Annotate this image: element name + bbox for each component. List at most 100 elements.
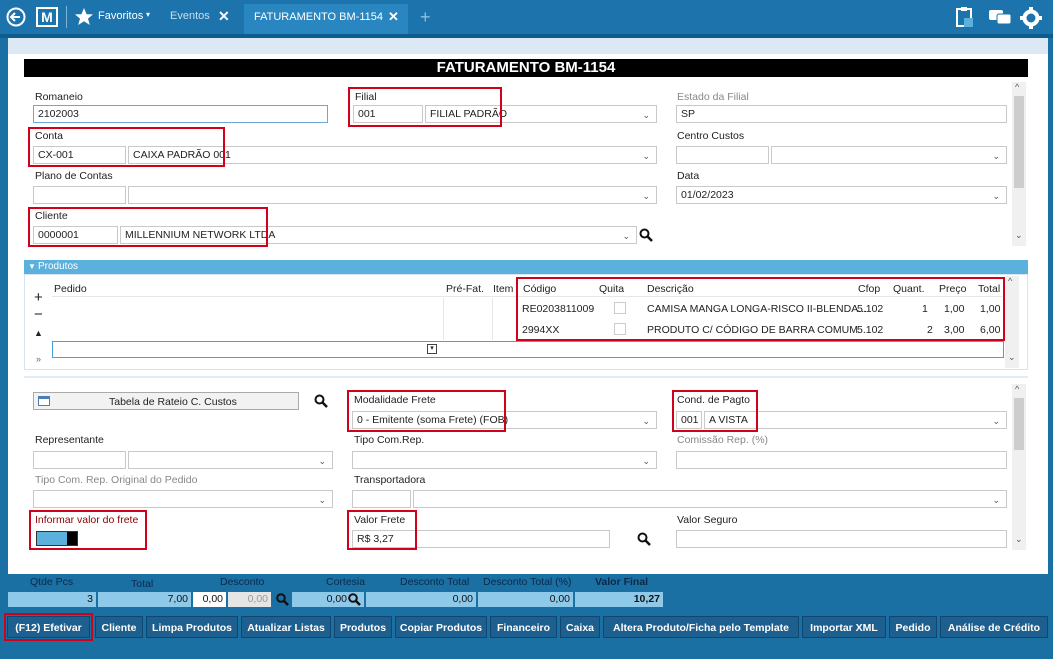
form2-scrollbar[interactable]: ^ ⌄: [1012, 384, 1026, 550]
table-row[interactable]: RE0203811009 CAMISA MANGA LONGA-RISCO II…: [517, 299, 1005, 319]
cond-pagto-label: Cond. de Pagto: [677, 394, 750, 406]
qtde-value: 3: [8, 592, 96, 607]
search-icon[interactable]: [637, 532, 651, 546]
final-value: 10,27: [575, 592, 663, 607]
tipo-com-orig-label: Tipo Com. Rep. Original do Pedido: [35, 474, 198, 486]
close-icon[interactable]: ✕: [388, 9, 399, 25]
centro-code-input[interactable]: [676, 146, 769, 164]
chat-icon[interactable]: [988, 9, 1012, 26]
estado-input[interactable]: SP: [676, 105, 1007, 123]
quita-checkbox[interactable]: [614, 323, 626, 335]
desc-pct-value: 0,00: [478, 592, 573, 607]
table-row[interactable]: 2994XX PRODUTO C/ CÓDIGO DE BARRA COMUM …: [517, 320, 1005, 340]
col-item[interactable]: Item: [493, 283, 513, 295]
back-icon[interactable]: [6, 7, 26, 27]
analise-credito-button[interactable]: Análise de Crédito: [940, 616, 1048, 638]
conta-select[interactable]: CAIXA PADRÃO 001 ⌄: [128, 146, 657, 164]
transportadora-select[interactable]: ⌄: [413, 490, 1007, 508]
cond-code-input[interactable]: 001: [676, 411, 702, 429]
data-select[interactable]: 01/02/2023 ⌄: [676, 186, 1007, 204]
tipo-com-orig-select[interactable]: ⌄: [33, 490, 333, 508]
comissao-label: Comissão Rep. (%): [677, 434, 769, 446]
table-icon: [38, 396, 50, 406]
col-quant[interactable]: Quant.: [893, 283, 925, 295]
desconto-pct-input[interactable]: 0,00: [228, 592, 271, 607]
romaneio-input[interactable]: 2102003: [33, 105, 328, 123]
efetivar-button[interactable]: (F12) Efetivar: [7, 616, 90, 638]
plano-select[interactable]: ⌄: [128, 186, 657, 204]
altera-produto-button[interactable]: Altera Produto/Ficha pelo Template: [603, 616, 799, 638]
produtos-button[interactable]: Produtos: [334, 616, 392, 638]
tab-faturamento[interactable]: FATURAMENTO BM-1154 ✕: [244, 4, 408, 34]
transportadora-label: Transportadora: [354, 474, 426, 486]
close-icon[interactable]: ✕: [218, 8, 230, 25]
col-total[interactable]: Total: [978, 283, 1000, 295]
centro-select[interactable]: ⌄: [771, 146, 1007, 164]
rateio-button[interactable]: Tabela de Rateio C. Custos: [33, 392, 299, 410]
action-bar: (F12) Efetivar Cliente Limpa Produtos At…: [0, 611, 1053, 659]
top-bar: M Favoritos ▾ Eventos ✕ FATURAMENTO BM-1…: [0, 0, 1053, 34]
filial-label: Filial: [355, 91, 377, 103]
expand-icon[interactable]: »: [36, 354, 41, 364]
col-codigo[interactable]: Código: [523, 283, 556, 295]
importar-xml-button[interactable]: Importar XML: [802, 616, 886, 638]
new-row-input[interactable]: ▾: [52, 341, 1004, 358]
representante-code-input[interactable]: [33, 451, 126, 469]
gear-icon[interactable]: [1020, 7, 1042, 29]
col-cfop[interactable]: Cfop: [858, 283, 880, 295]
conta-code-input[interactable]: CX-001: [33, 146, 126, 164]
col-prefat[interactable]: Pré-Fat.: [446, 283, 484, 295]
tipo-com-select[interactable]: ⌄: [352, 451, 657, 469]
pedido-button[interactable]: Pedido: [889, 616, 937, 638]
col-preco[interactable]: Preço: [939, 283, 966, 295]
romaneio-label: Romaneio: [35, 91, 83, 103]
remove-row-icon[interactable]: −: [34, 306, 43, 323]
representante-select[interactable]: ⌄: [128, 451, 333, 469]
valor-frete-label: Valor Frete: [354, 514, 406, 526]
cliente-code-input[interactable]: 0000001: [33, 226, 118, 244]
search-icon[interactable]: [276, 593, 289, 606]
filial-code-input[interactable]: 001: [353, 105, 423, 123]
desconto-input[interactable]: 0,00: [193, 592, 226, 607]
comissao-input[interactable]: [676, 451, 1007, 469]
modalidade-label: Modalidade Frete: [354, 394, 436, 406]
move-up-icon[interactable]: ▲: [34, 328, 43, 338]
copiar-produtos-button[interactable]: Copiar Produtos: [395, 616, 487, 638]
informar-frete-toggle[interactable]: [36, 531, 78, 546]
col-quita[interactable]: Quita: [599, 283, 624, 295]
cliente-button[interactable]: Cliente: [95, 616, 143, 638]
desconto-label: Desconto: [220, 576, 265, 588]
transportadora-code-input[interactable]: [352, 490, 411, 508]
search-icon[interactable]: [639, 228, 653, 242]
valor-frete-input[interactable]: R$ 3,27: [352, 530, 610, 548]
caixa-button[interactable]: Caixa: [560, 616, 600, 638]
cortesia-label: Cortesia: [326, 576, 366, 588]
total-label: Total: [131, 578, 154, 590]
favoritos-menu[interactable]: Favoritos: [98, 10, 143, 22]
quita-checkbox[interactable]: [614, 302, 626, 314]
produtos-header[interactable]: ▼ Produtos: [24, 260, 1028, 274]
cliente-select[interactable]: MILLENNIUM NETWORK LTDA ⌄: [120, 226, 637, 244]
produtos-scrollbar[interactable]: ^ ⌄: [1005, 276, 1019, 368]
form-scrollbar[interactable]: ^ ⌄: [1012, 82, 1026, 246]
tab-eventos[interactable]: Eventos: [170, 10, 210, 22]
search-icon[interactable]: [314, 394, 328, 408]
atualizar-listas-button[interactable]: Atualizar Listas: [241, 616, 331, 638]
col-pedido[interactable]: Pedido: [54, 283, 87, 295]
desc-total-value: 0,00: [366, 592, 476, 607]
desc-pct-label: Desconto Total (%): [483, 576, 572, 588]
clipboard-icon[interactable]: [955, 6, 973, 28]
representante-label: Representante: [35, 434, 104, 446]
cond-select[interactable]: A VISTA ⌄: [704, 411, 1007, 429]
plano-code-input[interactable]: [33, 186, 126, 204]
search-icon[interactable]: [348, 593, 361, 606]
financeiro-button[interactable]: Financeiro: [490, 616, 557, 638]
valor-seguro-input[interactable]: [676, 530, 1007, 548]
add-row-icon[interactable]: +: [34, 289, 43, 306]
modalidade-select[interactable]: 0 - Emitente (soma Frete) (FOB) ⌄: [352, 411, 657, 429]
dropdown-icon[interactable]: ▾: [427, 344, 437, 354]
col-descricao[interactable]: Descrição: [647, 283, 694, 295]
add-tab-icon[interactable]: +: [420, 7, 431, 28]
filial-select[interactable]: FILIAL PADRÃO ⌄: [425, 105, 657, 123]
limpa-produtos-button[interactable]: Limpa Produtos: [146, 616, 238, 638]
